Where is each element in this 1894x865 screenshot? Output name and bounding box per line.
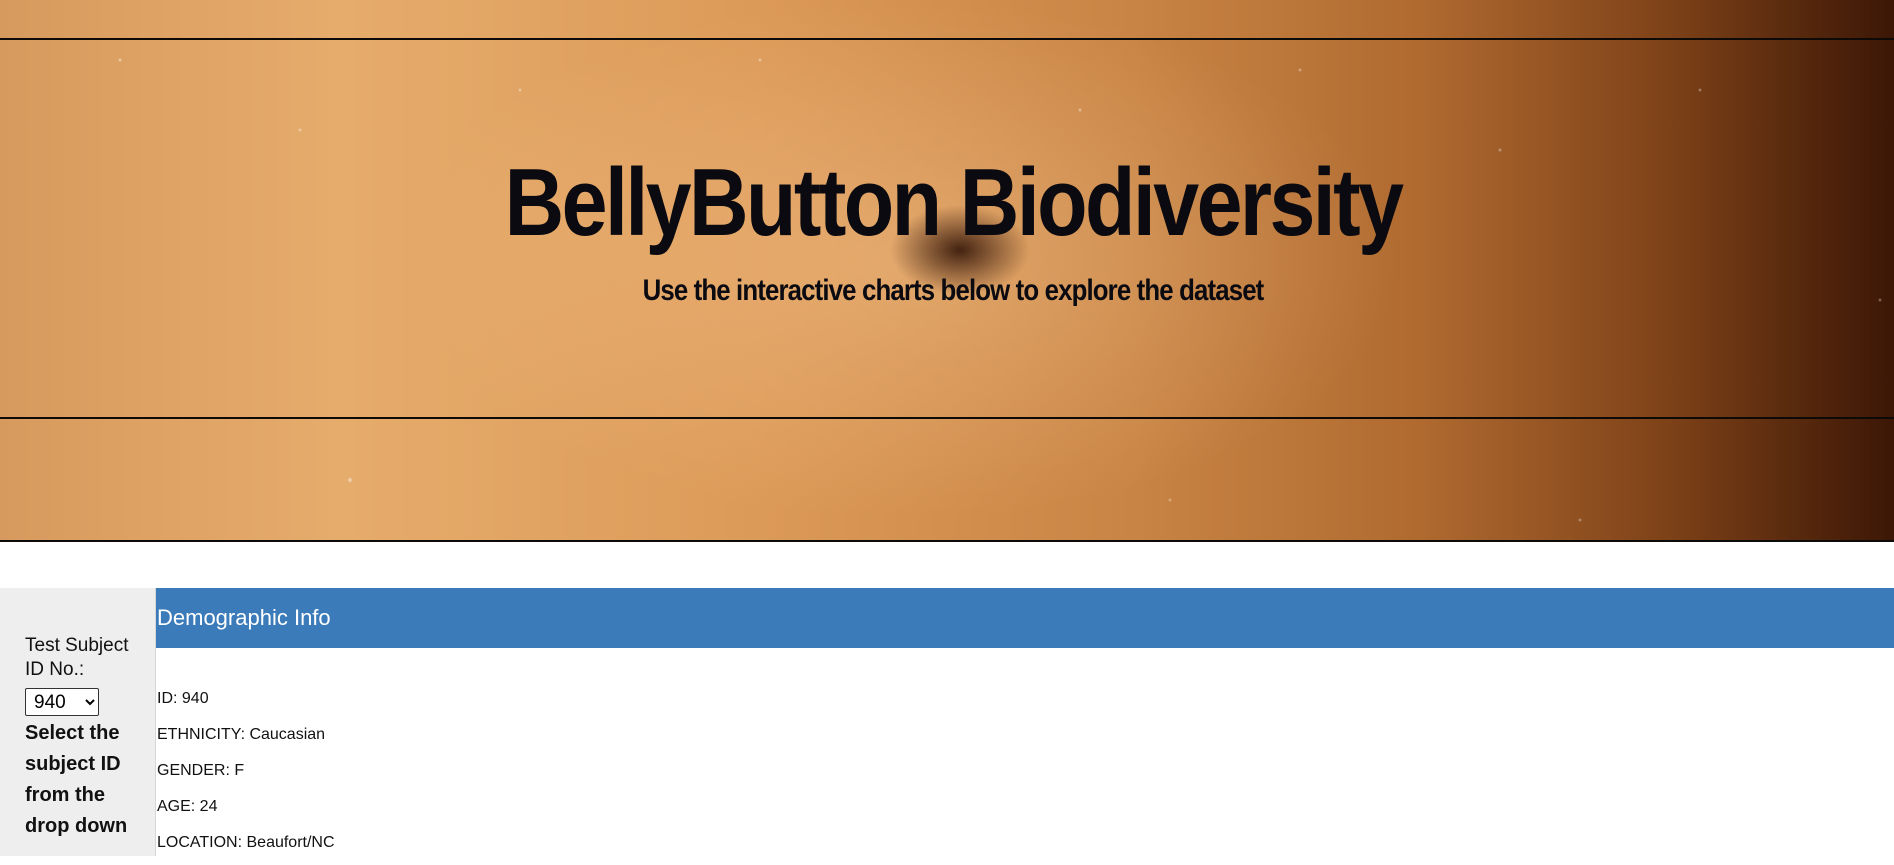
subject-id-label: Test Subject ID No.: [25, 635, 129, 680]
demographic-info-heading: Demographic Info [156, 588, 1894, 648]
hero-divider-bottom [0, 540, 1894, 542]
demographic-gender: GENDER: F [157, 762, 245, 779]
subject-selector-panel: Test Subject ID No.: 940 Select the subj… [0, 588, 156, 856]
subject-id-help-text: Select the subject ID from the drop down [25, 722, 128, 837]
subject-id-dropdown[interactable]: 940 [25, 688, 99, 716]
page-title: BellyButton Biodiversity [504, 149, 1404, 256]
demographic-ethnicity: ETHNICITY: Caucasian [157, 726, 326, 743]
hero-divider-top [0, 38, 1894, 40]
demographic-age: AGE: 24 [157, 798, 218, 815]
page-subtitle: Use the interactive charts below to expl… [642, 274, 1265, 307]
demographic-id: ID: 940 [157, 690, 209, 707]
demographic-info-body: ID: 940 ETHNICITY: Caucasian GENDER: F A… [157, 685, 757, 865]
demographic-location: LOCATION: Beaufort/NC [157, 834, 335, 851]
hero-divider-middle [0, 417, 1894, 419]
hero-banner: BellyButton Biodiversity Use the interac… [0, 0, 1894, 542]
